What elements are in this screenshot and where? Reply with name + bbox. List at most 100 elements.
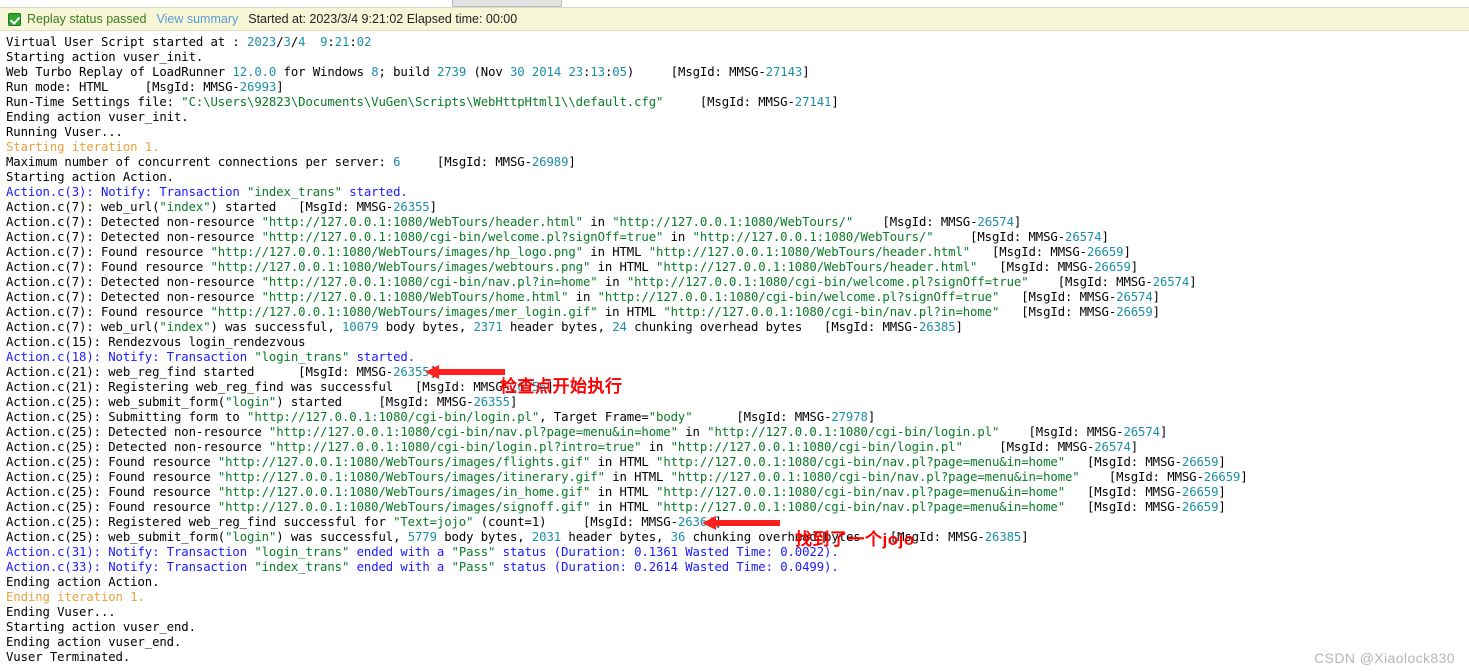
log-segment: ] — [1021, 530, 1028, 544]
log-segment: 26659 — [1204, 470, 1241, 484]
log-segment: "http://127.0.0.1:1080/cgi-bin/nav.pl?pa… — [671, 470, 1080, 484]
log-segment: in HTML — [605, 470, 671, 484]
log-line: Action.c(25): Found resource "http://127… — [6, 500, 1469, 515]
log-segment: Run mode: HTML [MsgId: MMSG- — [6, 80, 240, 94]
log-segment: Virtual User Script started at : — [6, 35, 247, 49]
log-segment: "login" — [225, 395, 276, 409]
log-line: Action.c(7): Found resource "http://127.… — [6, 305, 1469, 320]
log-line: Web Turbo Replay of LoadRunner 12.0.0 fo… — [6, 65, 1469, 80]
log-segment: Action.c(21): web_reg_find started [MsgI… — [6, 365, 393, 379]
log-segment: started. — [342, 185, 408, 199]
log-segment: "http://127.0.0.1:1080/WebTours/" — [612, 215, 853, 229]
log-line: Action.c(18): Notify: Transaction "login… — [6, 350, 1469, 365]
view-summary-link[interactable]: View summary — [157, 12, 239, 26]
log-line: Action.c(25): Submitting form to "http:/… — [6, 410, 1469, 425]
log-segment: ; build — [379, 65, 437, 79]
log-segment: "http://127.0.0.1:1080/WebTours/images/w… — [211, 260, 591, 274]
log-segment: "body" — [649, 410, 693, 424]
log-segment: "http://127.0.0.1:1080/WebTours/images/i… — [218, 485, 590, 499]
log-segment: in HTML — [598, 305, 664, 319]
log-segment: [MsgId: MMSG- — [970, 245, 1087, 259]
log-segment: 12.0.0 — [232, 65, 276, 79]
log-segment: "index" — [159, 200, 210, 214]
log-segment: Action.c(25): Found resource — [6, 485, 218, 499]
log-line: Ending iteration 1. — [6, 590, 1469, 605]
log-segment: header bytes, — [503, 320, 613, 334]
log-segment: 10079 — [342, 320, 379, 334]
log-segment: 05 — [612, 65, 627, 79]
log-segment: ) was successful, — [211, 320, 342, 334]
log-segment: Running Vuser... — [6, 125, 123, 139]
log-segment: Ending action vuser_end. — [6, 635, 181, 649]
replay-log-pane[interactable]: Virtual User Script started at : 2023/3/… — [0, 32, 1469, 672]
log-segment: ] — [1153, 305, 1160, 319]
log-segment: "http://127.0.0.1:1080/cgi-bin/nav.pl?pa… — [269, 425, 678, 439]
log-segment: (Nov — [466, 65, 510, 79]
checkpoint-start-annotation: 检查点开始执行 — [500, 372, 623, 397]
log-line: Virtual User Script started at : 2023/3/… — [6, 35, 1469, 50]
log-line: Action.c(7): web_url("index") was succes… — [6, 320, 1469, 335]
log-segment: ] — [956, 320, 963, 334]
log-segment: 3 — [284, 35, 291, 49]
log-segment: "http://127.0.0.1:1080/cgi-bin/welcome.p… — [262, 230, 664, 244]
log-segment: Action.c(25): Detected non-resource — [6, 425, 269, 439]
log-line: Vuser Terminated. — [6, 650, 1469, 665]
log-line-list: Virtual User Script started at : 2023/3/… — [6, 35, 1469, 665]
log-segment: "login" — [225, 530, 276, 544]
log-segment: Action.c(25): web_submit_form( — [6, 395, 225, 409]
log-segment: [MsgId: MMSG- — [693, 410, 832, 424]
log-segment: Action.c(7): Found resource — [6, 245, 211, 259]
log-segment: in — [678, 425, 707, 439]
log-segment: "http://127.0.0.1:1080/cgi-bin/login.pl" — [671, 440, 963, 454]
checkpoint-start-arrow — [425, 365, 505, 379]
log-segment: ) [MsgId: MMSG- — [627, 65, 766, 79]
log-line: Action.c(7): web_url("index") started [M… — [6, 200, 1469, 215]
log-segment: Starting action vuser_init. — [6, 50, 203, 64]
log-segment: 2739 — [437, 65, 466, 79]
log-segment: in — [583, 215, 612, 229]
window-tab-nub[interactable] — [452, 0, 562, 7]
log-segment: ] — [1240, 470, 1247, 484]
log-line: Running Vuser... — [6, 125, 1469, 140]
log-line: Action.c(25): web_submit_form("login") s… — [6, 395, 1469, 410]
log-segment: / — [276, 35, 283, 49]
log-segment: "http://127.0.0.1:1080/cgi-bin/login.pl" — [247, 410, 539, 424]
log-segment: "login_trans" — [254, 350, 349, 364]
log-segment: 13 — [590, 65, 605, 79]
log-segment: started. — [349, 350, 415, 364]
log-segment: 5779 — [408, 530, 437, 544]
log-segment: Action.c(25): Detected non-resource — [6, 440, 269, 454]
log-segment: [MsgId: MMSG- — [1065, 455, 1182, 469]
log-segment: 26574 — [1065, 230, 1102, 244]
log-segment: "Pass" — [452, 545, 496, 559]
log-segment: ] — [510, 395, 517, 409]
log-segment: [MsgId: MMSG- — [977, 260, 1094, 274]
log-segment: Action.c(33): Notify: Transaction — [6, 560, 254, 574]
log-segment: ] — [1131, 440, 1138, 454]
log-segment: "index_trans" — [254, 560, 349, 574]
log-segment: ] — [1218, 500, 1225, 514]
log-segment: in HTML — [590, 260, 656, 274]
log-line: Starting action vuser_end. — [6, 620, 1469, 635]
log-segment: 26993 — [240, 80, 277, 94]
log-segment: 26574 — [1153, 275, 1190, 289]
log-segment: in HTML — [590, 455, 656, 469]
log-segment: ] — [1218, 455, 1225, 469]
log-segment: 24 — [612, 320, 627, 334]
log-segment: "http://127.0.0.1:1080/WebTours/images/i… — [218, 470, 605, 484]
log-segment: [MsgId: MMSG- — [999, 425, 1123, 439]
log-segment: in — [641, 440, 670, 454]
found-jojo-arrow — [702, 516, 780, 530]
log-line: Action.c(25): Detected non-resource "htt… — [6, 425, 1469, 440]
log-segment: 2014 — [532, 65, 561, 79]
log-line: Ending action Action. — [6, 575, 1469, 590]
log-segment: "login_trans" — [254, 545, 349, 559]
log-segment: 36 — [671, 530, 686, 544]
log-segment: "http://127.0.0.1:1080/WebTours/images/s… — [218, 500, 590, 514]
log-segment: 27141 — [795, 95, 832, 109]
log-segment: Run-Time Settings file: — [6, 95, 181, 109]
log-segment: Starting action Action. — [6, 170, 174, 184]
log-line: Ending action vuser_init. — [6, 110, 1469, 125]
log-segment: status (Duration: 0.1361 Wasted Time: 0.… — [495, 545, 838, 559]
log-segment: : — [327, 35, 334, 49]
